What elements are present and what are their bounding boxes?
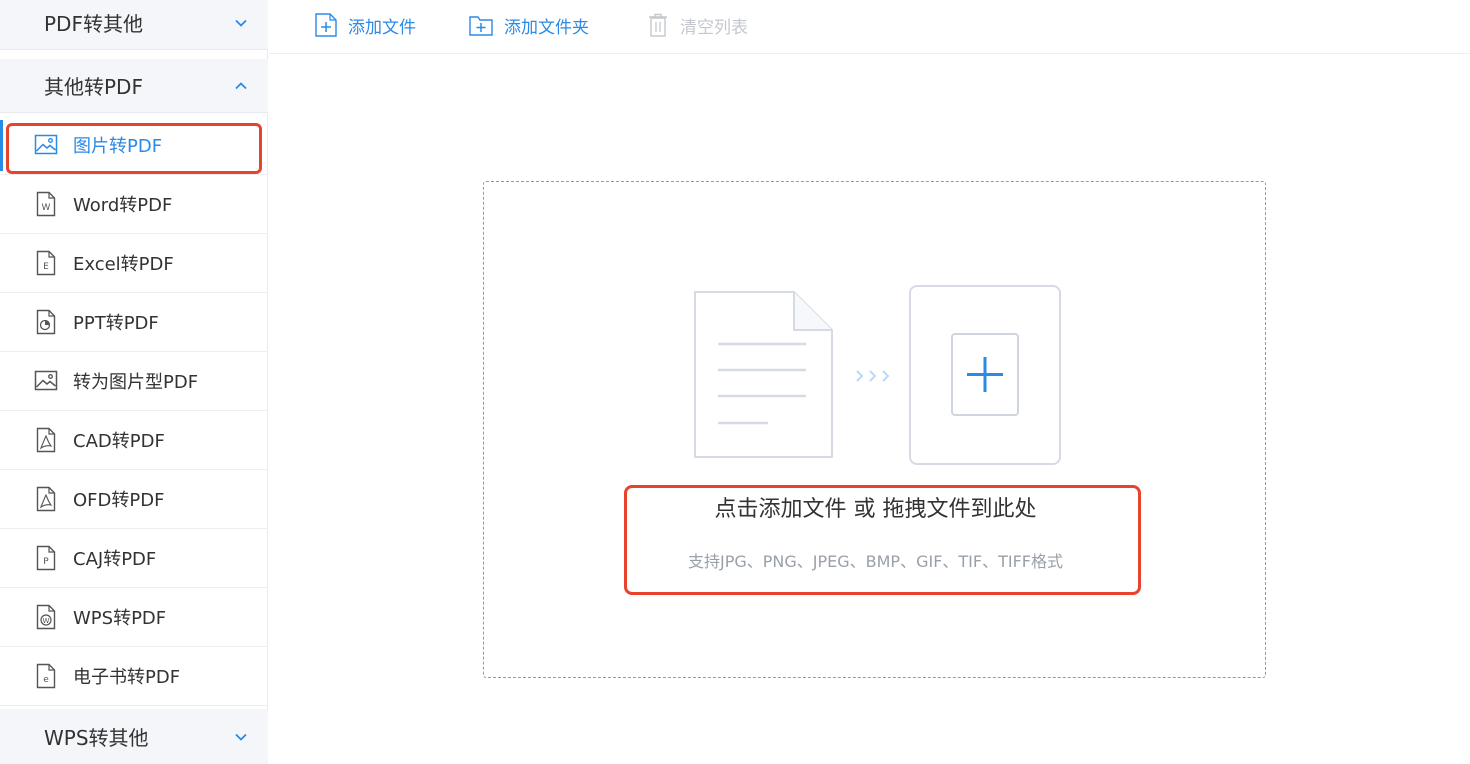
pdf-file-icon — [34, 427, 58, 453]
group-pdf-to-other[interactable]: PDF转其他 — [0, 0, 268, 50]
sidebar-item-label: CAD转PDF — [73, 431, 165, 452]
sidebar-item-label: Excel转PDF — [73, 254, 174, 275]
sidebar-item-cad-to-pdf[interactable]: CAD转PDF — [0, 411, 268, 470]
trash-icon — [646, 12, 670, 38]
chevron-down-icon — [234, 730, 248, 744]
svg-text:e: e — [43, 675, 49, 685]
sidebar-item-label: 电子书转PDF — [73, 667, 181, 688]
sidebar-item-label: PPT转PDF — [73, 313, 159, 334]
group-label: WPS转其他 — [44, 726, 149, 750]
file-drop-zone[interactable]: 点击添加文件 或 拖拽文件到此处 支持JPG、PNG、JPEG、BMP、GIF、… — [483, 181, 1266, 678]
sidebar-item-label: OFD转PDF — [73, 490, 165, 511]
toolbar: 添加文件 添加文件夹 清空列表 — [269, 0, 1470, 54]
group-wps-to-other[interactable]: WPS转其他 — [0, 709, 268, 764]
highlight-outline — [6, 123, 262, 174]
chevron-up-icon — [234, 79, 248, 93]
ebook-file-icon: e — [34, 663, 58, 689]
sidebar-item-to-image-pdf[interactable]: 转为图片型PDF — [0, 352, 268, 411]
sidebar-item-ppt-to-pdf[interactable]: PPT转PDF — [0, 293, 268, 352]
excel-file-icon: E — [34, 250, 58, 276]
sidebar-item-caj-to-pdf[interactable]: P CAJ转PDF — [0, 529, 268, 588]
sidebar-item-wps-to-pdf[interactable]: W WPS转PDF — [0, 588, 268, 647]
sidebar-item-list: 图片转PDF W Word转PDF E Excel转PDF PPT转PDF 转为… — [0, 116, 268, 706]
svg-text:E: E — [43, 262, 49, 272]
clear-list-button[interactable]: 清空列表 — [646, 10, 748, 40]
supported-formats-text: 支持JPG、PNG、JPEG、BMP、GIF、TIF、TIFF格式 — [687, 552, 1063, 571]
document-icon — [694, 291, 833, 458]
sidebar-item-ofd-to-pdf[interactable]: OFD转PDF — [0, 470, 268, 529]
sidebar-item-label: 转为图片型PDF — [73, 372, 199, 393]
group-other-to-pdf[interactable]: 其他转PDF — [0, 59, 268, 113]
ppt-file-icon — [34, 309, 58, 335]
sidebar-item-label: CAJ转PDF — [73, 549, 157, 570]
add-file-icon — [314, 12, 338, 38]
add-file-button[interactable]: 添加文件 — [314, 10, 416, 40]
drop-hint-text: 点击添加文件 或 拖拽文件到此处 — [714, 497, 1037, 522]
app-window: PDF转其他 其他转PDF 图片转PDF W Word转PDF E Excel转… — [0, 0, 1470, 764]
add-box-icon — [909, 285, 1061, 465]
sidebar-item-image-to-pdf[interactable]: 图片转PDF — [0, 116, 268, 175]
sidebar-item-label: Word转PDF — [73, 195, 173, 216]
add-folder-label: 添加文件夹 — [504, 17, 589, 38]
clear-list-label: 清空列表 — [680, 17, 748, 38]
sidebar-item-label: WPS转PDF — [73, 608, 167, 629]
svg-text:P: P — [43, 557, 49, 567]
image-icon — [34, 368, 58, 394]
group-label: 其他转PDF — [44, 75, 143, 99]
sidebar: PDF转其他 其他转PDF 图片转PDF W Word转PDF E Excel转… — [0, 0, 268, 764]
add-file-label: 添加文件 — [348, 17, 416, 38]
add-folder-icon — [468, 12, 494, 38]
group-label: PDF转其他 — [44, 12, 143, 36]
sidebar-item-ebook-to-pdf[interactable]: e 电子书转PDF — [0, 647, 268, 706]
chevron-down-icon — [234, 16, 248, 30]
wps-file-icon: W — [34, 604, 58, 630]
sidebar-item-excel-to-pdf[interactable]: E Excel转PDF — [0, 234, 268, 293]
arrows-icon — [856, 370, 890, 382]
add-folder-button[interactable]: 添加文件夹 — [468, 10, 589, 40]
svg-text:W: W — [42, 203, 51, 213]
word-file-icon: W — [34, 191, 58, 217]
sidebar-item-word-to-pdf[interactable]: W Word转PDF — [0, 175, 268, 234]
pdf-file-icon — [34, 486, 58, 512]
svg-text:W: W — [43, 617, 50, 625]
drop-illustration — [694, 284, 1064, 469]
caj-file-icon: P — [34, 545, 58, 571]
